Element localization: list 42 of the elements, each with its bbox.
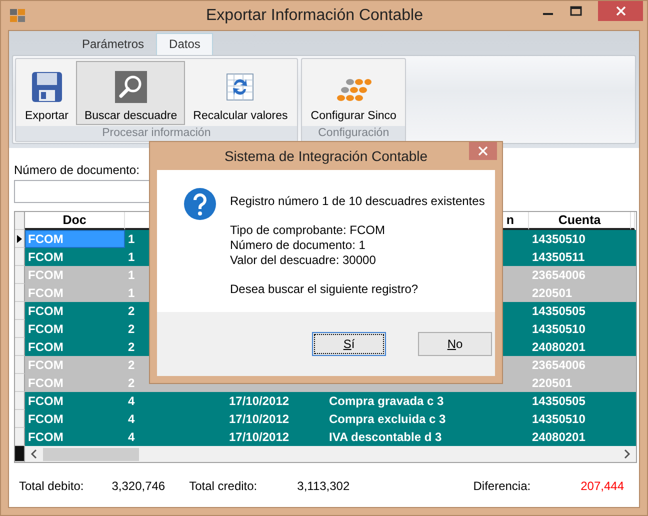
row-header[interactable] [15, 230, 25, 248]
dialog-button[interactable]: No [418, 332, 492, 356]
close-icon [614, 5, 626, 17]
window-title: Exportar Información Contable [206, 6, 423, 24]
dialog-message: Registro número 1 de 10 descuadres existentes [230, 194, 485, 209]
total-value: 207,444 [580, 479, 624, 493]
group-label: Procesar información [16, 126, 297, 141]
close-button[interactable] [469, 142, 497, 160]
total-label: Total debito: [19, 479, 84, 493]
ribbon-button[interactable]: Configurar Sinco [302, 61, 404, 125]
question-icon [184, 188, 216, 220]
total-label: Diferencia: [473, 479, 531, 493]
dialog-message: Valor del descuadre: 30000 [230, 253, 377, 268]
close-icon [478, 146, 488, 156]
dialog-button[interactable]: Sí [312, 332, 386, 356]
floppy-icon [30, 71, 63, 103]
app-icon [9, 8, 27, 24]
close-button[interactable] [598, 1, 643, 21]
table-cell: FCOM [25, 230, 125, 248]
ribbon-button[interactable]: Exportar [17, 61, 76, 125]
dialog-question: Desea buscar el siguiente registro? [230, 282, 420, 297]
ribbon-tab[interactable]: Datos [156, 33, 214, 55]
total-value: 3,113,302 [297, 479, 350, 493]
horizontal-scrollbar[interactable] [25, 446, 636, 462]
scroll-right-icon[interactable] [622, 449, 632, 459]
spreadsheet-refresh-icon [224, 71, 256, 103]
dialog-message: Número de documento: 1 [230, 238, 366, 253]
dots-logo-icon [336, 77, 372, 103]
dialog-title: Sistema de Integración Contable [224, 148, 428, 164]
group-label: Configuración [302, 126, 406, 141]
row-header[interactable] [15, 446, 25, 462]
search-icon [114, 71, 147, 103]
field-label: Número de documento: [14, 163, 140, 177]
scroll-left-icon[interactable] [29, 449, 39, 459]
ribbon-button[interactable]: Buscar descuadre [76, 61, 186, 125]
ribbon-tab[interactable]: Parámetros [70, 34, 156, 55]
maximize-icon[interactable] [570, 6, 582, 16]
ribbon-button[interactable]: Recalcular valores [185, 61, 296, 125]
total-label: Total credito: [189, 479, 258, 493]
dialog-message: Tipo de comprobante: FCOM [230, 223, 386, 238]
total-value: 3,320,746 [112, 479, 166, 493]
current-row-icon [17, 234, 22, 242]
